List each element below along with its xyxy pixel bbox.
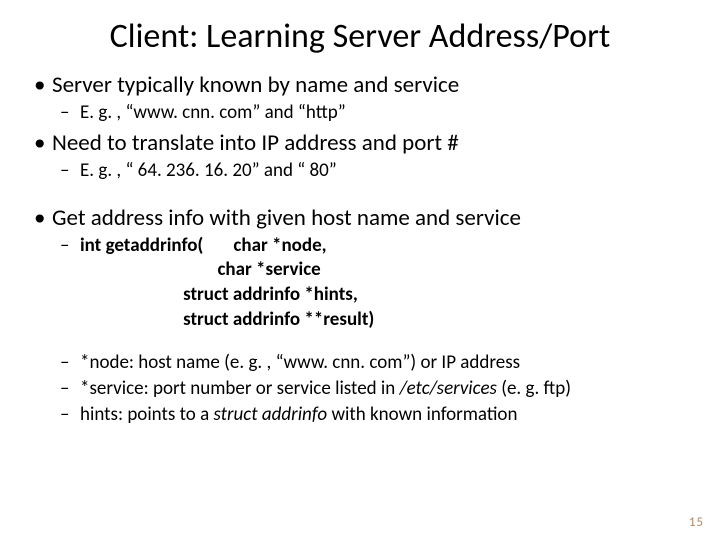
bullet-3-sublist: int getaddrinfo( char *node, char *servi… <box>52 234 690 333</box>
bullet-list-2: Get address info with given host name an… <box>30 204 690 428</box>
b3s3a: *service: port number or service listed … <box>80 377 400 400</box>
bullet-1-text: Server typically known by name and servi… <box>52 71 459 99</box>
bullet-2-sublist: E. g. , “ 64. 236. 16. 20” and “ 80” <box>52 159 690 184</box>
b3s2a: *node: host name (e. g. , <box>80 351 276 374</box>
bullet-3-signature: int getaddrinfo( char *node, char *servi… <box>80 234 690 333</box>
spacer-2 <box>52 336 690 350</box>
b3s4a: hints: points to a <box>80 403 213 426</box>
b3s4b: struct addrinfo <box>213 403 327 426</box>
b3s2b: “www. cnn. com” <box>276 351 411 374</box>
slide: Client: Learning Server Address/Port Ser… <box>0 0 720 540</box>
sig-line-2: char *service <box>80 258 374 283</box>
sig-line-4: struct addrinfo **result) <box>80 308 374 333</box>
bullet-1: Server typically known by name and servi… <box>52 71 690 125</box>
b3s2c: ) or IP address <box>410 351 520 374</box>
b3s4c: with known information <box>327 403 517 426</box>
bullet-list: Server typically known by name and servi… <box>30 71 690 184</box>
page-number: 15 <box>689 515 704 530</box>
slide-title: Client: Learning Server Address/Port <box>30 16 690 57</box>
bullet-1-sub-1: E. g. , “www. cnn. com” and “http” <box>80 101 690 126</box>
spacer <box>30 188 690 202</box>
sig-lead: int getaddrinfo( <box>80 234 233 257</box>
bullet-2-text: Need to translate into IP address and po… <box>52 129 459 157</box>
sig-line-1: char *node, <box>233 234 326 257</box>
bullet-3-text: Get address info with given host name an… <box>52 204 521 232</box>
b3s3c: (e. g. ftp) <box>497 377 571 400</box>
bullet-3-sub-3: *service: port number or service listed … <box>80 377 690 402</box>
bullet-2: Need to translate into IP address and po… <box>52 129 690 183</box>
bullet-3-sub-4: hints: points to a struct addrinfo with … <box>80 403 690 428</box>
bullet-2-sub-1: E. g. , “ 64. 236. 16. 20” and “ 80” <box>80 159 690 184</box>
bullet-3-sub-2: *node: host name (e. g. , “www. cnn. com… <box>80 351 690 376</box>
bullet-1-sublist: E. g. , “www. cnn. com” and “http” <box>52 101 690 126</box>
bullet-3: Get address info with given host name an… <box>52 204 690 428</box>
bullet-3-sublist-2: *node: host name (e. g. , “www. cnn. com… <box>52 351 690 427</box>
b3s3b: /etc/services <box>400 377 497 400</box>
sig-line-3: struct addrinfo *hints, <box>80 283 374 308</box>
signature-block: int getaddrinfo( char *node, char *servi… <box>80 234 374 333</box>
